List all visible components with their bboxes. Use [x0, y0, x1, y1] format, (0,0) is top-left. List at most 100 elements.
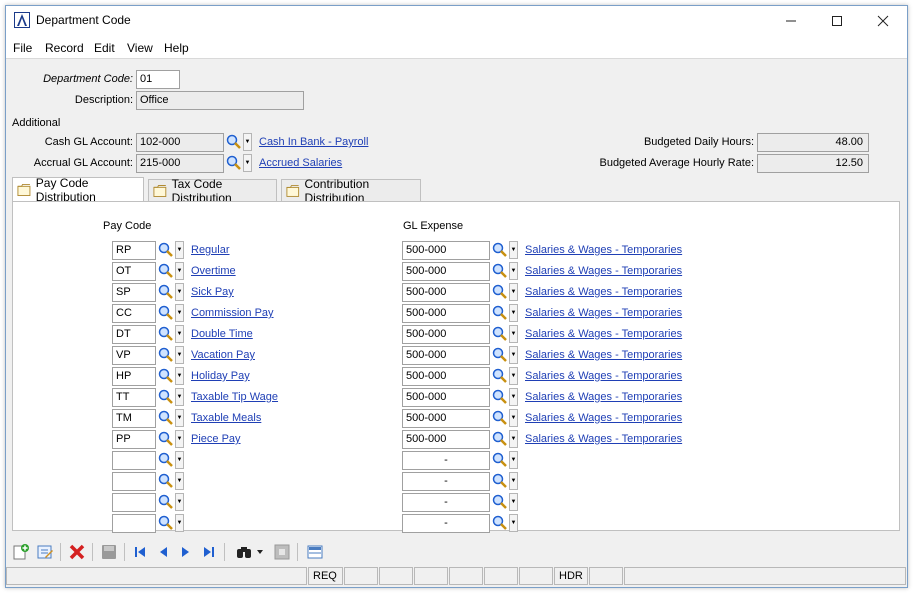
gl-expense-field[interactable]: 500-000	[402, 346, 490, 365]
gl-expense-name-link[interactable]: Salaries & Wages - Temporaries	[525, 370, 682, 382]
pay-code-dropdown-icon[interactable]: ▼	[175, 262, 184, 280]
gl-expense-field[interactable]: 500-000	[402, 430, 490, 449]
gl-expense-dropdown-icon[interactable]: ▼	[509, 304, 518, 322]
pay-code-dropdown-icon[interactable]: ▼	[175, 304, 184, 322]
pay-code-field[interactable]: RP	[112, 241, 156, 260]
last-record-button[interactable]	[199, 543, 219, 561]
gl-expense-field[interactable]: 500-000	[402, 388, 490, 407]
gl-expense-search-icon[interactable]	[491, 388, 508, 406]
tab-tax-code-distribution[interactable]: Tax Code Distribution	[148, 177, 277, 205]
gl-expense-dropdown-icon[interactable]: ▼	[509, 262, 518, 280]
gl-expense-dropdown-icon[interactable]: ▼	[509, 388, 518, 406]
pay-code-name-link[interactable]: Piece Pay	[191, 433, 241, 445]
pay-code-field[interactable]: TT	[112, 388, 156, 407]
menu-help[interactable]: Help	[164, 41, 189, 55]
pay-code-field[interactable]: PP	[112, 430, 156, 449]
budgeted-avg-rate-field[interactable]: 12.50	[757, 154, 869, 173]
gl-expense-dropdown-icon[interactable]: ▼	[509, 514, 518, 532]
pay-code-field[interactable]	[112, 514, 156, 533]
gl-expense-name-link[interactable]: Salaries & Wages - Temporaries	[525, 307, 682, 319]
pay-code-search-icon[interactable]	[157, 262, 174, 280]
pay-code-dropdown-icon[interactable]: ▼	[175, 451, 184, 469]
pay-code-field[interactable]	[112, 451, 156, 470]
gl-expense-name-link[interactable]: Salaries & Wages - Temporaries	[525, 244, 682, 256]
gl-expense-search-icon[interactable]	[491, 514, 508, 532]
pay-code-dropdown-icon[interactable]: ▼	[175, 325, 184, 343]
gl-expense-search-icon[interactable]	[491, 325, 508, 343]
gl-expense-search-icon[interactable]	[491, 493, 508, 511]
gl-expense-dropdown-icon[interactable]: ▼	[509, 367, 518, 385]
accrual-gl-search-icon[interactable]	[225, 154, 242, 172]
maximize-button[interactable]	[814, 6, 860, 36]
gl-expense-search-icon[interactable]	[491, 241, 508, 259]
pay-code-search-icon[interactable]	[157, 325, 174, 343]
gl-expense-search-icon[interactable]	[491, 430, 508, 448]
gl-expense-search-icon[interactable]	[491, 367, 508, 385]
gl-expense-search-icon[interactable]	[491, 409, 508, 427]
pay-code-dropdown-icon[interactable]: ▼	[175, 472, 184, 490]
gl-expense-field[interactable]: 500-000	[402, 241, 490, 260]
pay-code-search-icon[interactable]	[157, 241, 174, 259]
gl-expense-dropdown-icon[interactable]: ▼	[509, 346, 518, 364]
gl-expense-field[interactable]: -	[402, 451, 490, 470]
pay-code-search-icon[interactable]	[157, 472, 174, 490]
pay-code-field[interactable]	[112, 493, 156, 512]
gl-expense-search-icon[interactable]	[491, 346, 508, 364]
gl-expense-name-link[interactable]: Salaries & Wages - Temporaries	[525, 286, 682, 298]
layout-button[interactable]	[305, 543, 325, 561]
cash-gl-dropdown-icon[interactable]: ▼	[243, 133, 252, 151]
gl-expense-field[interactable]: 500-000	[402, 304, 490, 323]
pay-code-name-link[interactable]: Taxable Meals	[191, 412, 261, 424]
gl-expense-name-link[interactable]: Salaries & Wages - Temporaries	[525, 412, 682, 424]
gl-expense-search-icon[interactable]	[491, 283, 508, 301]
pay-code-name-link[interactable]: Regular	[191, 244, 230, 256]
cash-gl-link[interactable]: Cash In Bank - Payroll	[259, 136, 368, 148]
gl-expense-search-icon[interactable]	[491, 451, 508, 469]
gl-expense-field[interactable]: 500-000	[402, 283, 490, 302]
gl-expense-dropdown-icon[interactable]: ▼	[509, 451, 518, 469]
pay-code-dropdown-icon[interactable]: ▼	[175, 283, 184, 301]
pay-code-field[interactable]: TM	[112, 409, 156, 428]
find-dropdown-button[interactable]	[255, 543, 265, 561]
close-button[interactable]	[860, 6, 906, 36]
gl-expense-search-icon[interactable]	[491, 262, 508, 280]
delete-button[interactable]	[67, 543, 87, 561]
gl-expense-field[interactable]: 500-000	[402, 325, 490, 344]
pay-code-dropdown-icon[interactable]: ▼	[175, 367, 184, 385]
pay-code-dropdown-icon[interactable]: ▼	[175, 493, 184, 511]
pay-code-name-link[interactable]: Commission Pay	[191, 307, 274, 319]
pay-code-field[interactable]: VP	[112, 346, 156, 365]
budgeted-daily-hours-field[interactable]: 48.00	[757, 133, 869, 152]
pay-code-search-icon[interactable]	[157, 346, 174, 364]
pay-code-dropdown-icon[interactable]: ▼	[175, 430, 184, 448]
gl-expense-field[interactable]: -	[402, 472, 490, 491]
pay-code-search-icon[interactable]	[157, 409, 174, 427]
tab-pay-code-distribution[interactable]: Pay Code Distribution	[12, 176, 144, 204]
cash-gl-field[interactable]: 102-000	[136, 133, 224, 152]
gl-expense-field[interactable]: 500-000	[402, 367, 490, 386]
pay-code-field[interactable]: DT	[112, 325, 156, 344]
pay-code-field[interactable]	[112, 472, 156, 491]
next-record-button[interactable]	[176, 543, 196, 561]
previous-record-button[interactable]	[153, 543, 173, 561]
pay-code-dropdown-icon[interactable]: ▼	[175, 346, 184, 364]
menu-view[interactable]: View	[127, 41, 153, 55]
gl-expense-name-link[interactable]: Salaries & Wages - Temporaries	[525, 265, 682, 277]
gl-expense-name-link[interactable]: Salaries & Wages - Temporaries	[525, 349, 682, 361]
pay-code-dropdown-icon[interactable]: ▼	[175, 388, 184, 406]
filter-button[interactable]	[272, 543, 292, 561]
pay-code-name-link[interactable]: Vacation Pay	[191, 349, 255, 361]
first-record-button[interactable]	[130, 543, 150, 561]
pay-code-search-icon[interactable]	[157, 283, 174, 301]
pay-code-search-icon[interactable]	[157, 451, 174, 469]
pay-code-field[interactable]: CC	[112, 304, 156, 323]
description-field[interactable]: Office	[136, 91, 304, 110]
pay-code-search-icon[interactable]	[157, 304, 174, 322]
pay-code-search-icon[interactable]	[157, 493, 174, 511]
pay-code-name-link[interactable]: Overtime	[191, 265, 236, 277]
menu-edit[interactable]: Edit	[94, 41, 115, 55]
gl-expense-dropdown-icon[interactable]: ▼	[509, 472, 518, 490]
pay-code-name-link[interactable]: Double Time	[191, 328, 253, 340]
gl-expense-field[interactable]: 500-000	[402, 409, 490, 428]
pay-code-search-icon[interactable]	[157, 367, 174, 385]
